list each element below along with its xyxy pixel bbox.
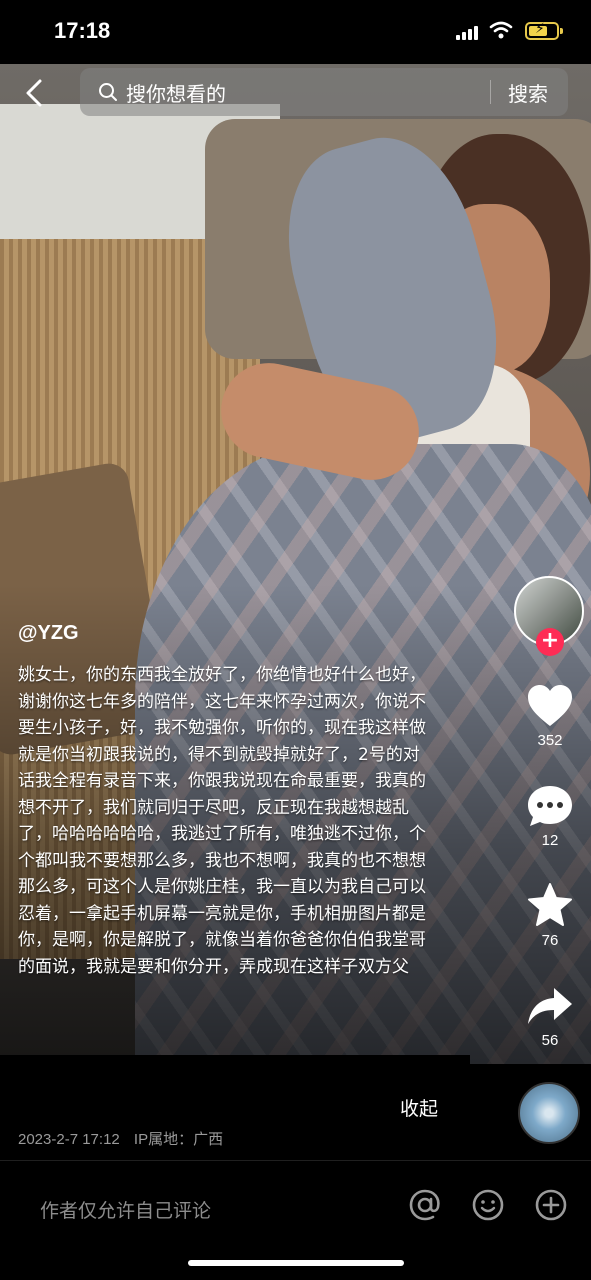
like-count: 352 <box>537 732 563 749</box>
star-icon <box>528 883 572 926</box>
author-name[interactable]: @YZG <box>18 622 79 645</box>
post-caption: 姚女士，你的东西我全放好了，你绝情也好什么也好，谢谢你这七年多的陪伴，这七年来怀… <box>18 665 426 977</box>
collapse-button[interactable]: 收起 <box>400 1094 438 1121</box>
wifi-icon <box>489 21 513 39</box>
search-input[interactable]: 搜你想看的 <box>126 78 226 107</box>
post-date: 2023-2-7 17:12 <box>18 1131 120 1148</box>
music-disc-icon[interactable] <box>518 1082 580 1144</box>
ip-location: IP属地：广西 <box>133 1131 224 1148</box>
back-arrow-icon[interactable] <box>20 78 50 108</box>
status-bar: 17:18 ⚡ <box>0 0 591 64</box>
share-button[interactable]: 56 <box>514 986 586 1049</box>
search-bar[interactable]: 搜你想看的 搜索 <box>80 68 568 116</box>
caption-divider-band <box>0 1055 470 1085</box>
favorite-count: 76 <box>541 932 559 949</box>
share-arrow-icon <box>528 988 572 1024</box>
like-button[interactable]: 352 <box>514 684 586 749</box>
divider <box>0 1160 591 1161</box>
follow-button[interactable]: + <box>536 628 564 656</box>
comment-count: 12 <box>541 832 559 849</box>
at-icon[interactable] <box>408 1188 442 1222</box>
search-divider <box>490 80 491 104</box>
comment-bubble-icon <box>528 786 572 826</box>
cellular-signal-icon <box>456 26 482 40</box>
heart-icon <box>528 685 572 726</box>
status-time: 17:18 <box>54 18 111 43</box>
comment-input[interactable]: 作者仅允许自己评论 <box>40 1196 211 1223</box>
search-icon <box>99 83 117 101</box>
search-button[interactable]: 搜索 <box>508 78 548 107</box>
battery-charging-icon: ⚡ <box>525 21 563 40</box>
add-icon[interactable] <box>534 1188 568 1222</box>
favorite-button[interactable]: 76 <box>514 882 586 949</box>
emoji-icon[interactable] <box>471 1188 505 1222</box>
share-count: 56 <box>541 1032 559 1049</box>
home-indicator <box>188 1260 404 1266</box>
post-meta: 2023-2-7 17:12 IP属地：广西 <box>18 1128 223 1149</box>
comment-button[interactable]: 12 <box>514 784 586 849</box>
